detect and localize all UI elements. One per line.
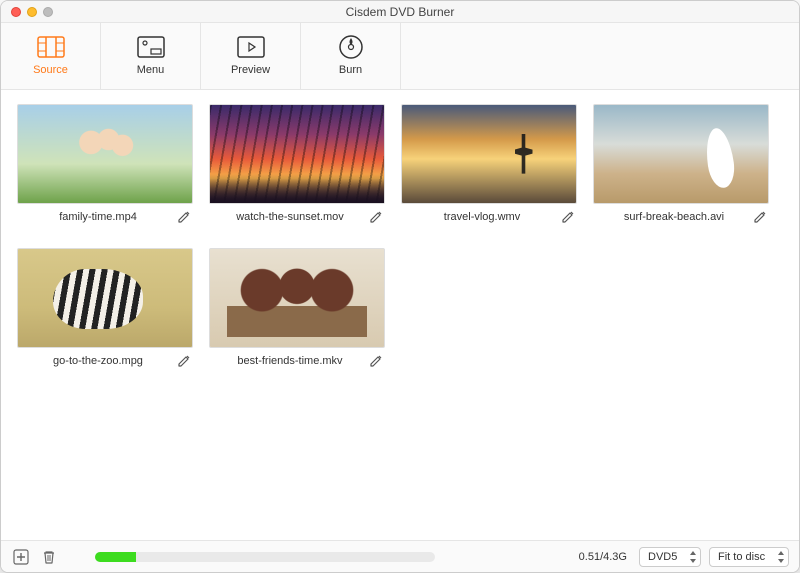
fit-mode-select[interactable]: Fit to disc — [709, 547, 789, 567]
titlebar: Cisdem DVD Burner — [1, 1, 799, 23]
capacity-progress-bar — [95, 552, 136, 562]
edit-icon[interactable] — [369, 354, 383, 368]
app-window: Cisdem DVD Burner Source Menu Preview Bu… — [0, 0, 800, 573]
add-button[interactable] — [11, 547, 31, 567]
video-item[interactable]: family-time.mp4 — [17, 104, 193, 224]
tab-label: Source — [33, 64, 68, 76]
video-filename: watch-the-sunset.mov — [211, 211, 369, 223]
tab-burn[interactable]: Burn — [301, 23, 401, 89]
video-caption: go-to-the-zoo.mpg — [17, 354, 193, 368]
tab-label: Menu — [137, 64, 165, 76]
capacity-progress — [95, 552, 435, 562]
edit-icon[interactable] — [369, 210, 383, 224]
video-caption: family-time.mp4 — [17, 210, 193, 224]
tab-source[interactable]: Source — [1, 23, 101, 89]
window-title: Cisdem DVD Burner — [1, 5, 799, 19]
video-item[interactable]: best-friends-time.mkv — [209, 248, 385, 368]
video-thumbnail — [401, 104, 577, 204]
delete-button[interactable] — [39, 547, 59, 567]
tab-label: Preview — [231, 64, 270, 76]
edit-icon[interactable] — [177, 210, 191, 224]
video-thumbnail — [17, 248, 193, 348]
edit-icon[interactable] — [753, 210, 767, 224]
video-item[interactable]: watch-the-sunset.mov — [209, 104, 385, 224]
video-caption: travel-vlog.wmv — [401, 210, 577, 224]
video-filename: family-time.mp4 — [19, 211, 177, 223]
menu-layout-icon — [137, 36, 165, 58]
video-item[interactable]: surf-break-beach.avi — [593, 104, 769, 224]
tab-label: Burn — [339, 64, 362, 76]
video-caption: surf-break-beach.avi — [593, 210, 769, 224]
main-tabs: Source Menu Preview Burn — [1, 23, 799, 90]
disc-type-value: DVD5 — [648, 551, 677, 563]
video-caption: best-friends-time.mkv — [209, 354, 385, 368]
edit-icon[interactable] — [561, 210, 575, 224]
video-item[interactable]: go-to-the-zoo.mpg — [17, 248, 193, 368]
burn-disc-icon — [337, 36, 365, 58]
tab-menu[interactable]: Menu — [101, 23, 201, 89]
video-thumbnail — [593, 104, 769, 204]
fit-mode-value: Fit to disc — [718, 551, 765, 563]
video-filename: best-friends-time.mkv — [211, 355, 369, 367]
content-area: family-time.mp4 watch-the-sunset.mov — [1, 90, 799, 540]
video-filename: travel-vlog.wmv — [403, 211, 561, 223]
preview-icon — [237, 36, 265, 58]
video-thumbnail — [17, 104, 193, 204]
video-item[interactable]: travel-vlog.wmv — [401, 104, 577, 224]
tab-preview[interactable]: Preview — [201, 23, 301, 89]
video-caption: watch-the-sunset.mov — [209, 210, 385, 224]
capacity-label: 0.51/4.3G — [579, 551, 627, 563]
status-bar: 0.51/4.3G DVD5 Fit to disc — [1, 540, 799, 572]
disc-type-select[interactable]: DVD5 — [639, 547, 701, 567]
edit-icon[interactable] — [177, 354, 191, 368]
video-thumbnail — [209, 248, 385, 348]
video-grid: family-time.mp4 watch-the-sunset.mov — [17, 104, 783, 368]
filmstrip-icon — [37, 36, 65, 58]
video-filename: surf-break-beach.avi — [595, 211, 753, 223]
video-filename: go-to-the-zoo.mpg — [19, 355, 177, 367]
video-thumbnail — [209, 104, 385, 204]
